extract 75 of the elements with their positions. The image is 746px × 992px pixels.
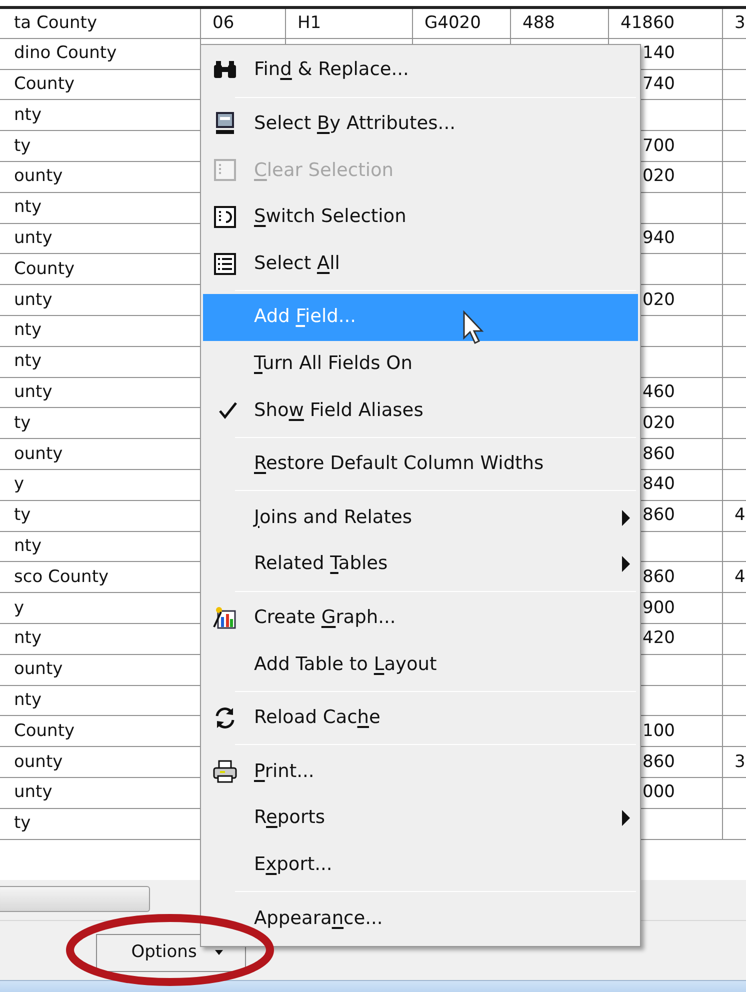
table-cell: unty xyxy=(14,228,52,248)
table-cell: unty xyxy=(14,782,52,802)
table-cell: nty xyxy=(14,690,42,710)
menu-item[interactable]: Switch Selection xyxy=(203,194,638,240)
table-cell: 4 xyxy=(734,566,746,587)
printer-icon xyxy=(212,758,238,785)
table-cell: nty xyxy=(14,351,42,372)
menu-item[interactable]: Turn All Fields On xyxy=(203,340,638,388)
menu-item[interactable]: Create Graph... xyxy=(203,594,638,642)
table-cell: ta County xyxy=(14,12,98,33)
table-cell: nty xyxy=(14,536,42,556)
table-cell: ty xyxy=(14,505,31,526)
table-cell: 3 xyxy=(734,12,746,33)
list-icon xyxy=(212,250,238,277)
pointer-cursor-icon xyxy=(462,310,486,346)
table-cell: 860 xyxy=(642,505,675,526)
selection-icon xyxy=(212,157,238,184)
table-cell: 100 xyxy=(642,720,675,741)
table-cell: 740 xyxy=(642,74,675,94)
table-cell: 488 xyxy=(522,12,555,33)
table-cell: 4 xyxy=(734,505,746,526)
menu-item[interactable]: Print... xyxy=(203,748,638,795)
menu-item[interactable]: Related Tables xyxy=(203,540,638,588)
table-cell: County xyxy=(14,74,75,94)
table-cell: 3 xyxy=(734,752,746,772)
table-cell: ty xyxy=(14,136,31,156)
table-cell: G4020 xyxy=(424,12,481,33)
menu-item[interactable]: Find & Replace... xyxy=(203,47,638,94)
table-cell: 140 xyxy=(642,43,675,64)
table-cell: nty xyxy=(14,320,42,340)
table-cell: ty xyxy=(14,412,31,433)
table-cell: 700 xyxy=(642,136,675,156)
menu-item[interactable]: Add Table to Layout xyxy=(203,641,638,688)
table-cell: y xyxy=(14,474,24,494)
table-cell: 420 xyxy=(642,628,675,648)
table-cell: 460 xyxy=(642,382,675,402)
table-cell: 900 xyxy=(642,598,675,618)
bar-chart-icon xyxy=(212,604,238,631)
table-cell: ounty xyxy=(14,444,63,464)
table-cell: ounty xyxy=(14,752,63,772)
menu-item[interactable]: Reload Cache xyxy=(203,694,638,742)
menu-item[interactable]: Reports xyxy=(203,794,638,842)
table-cell: ty xyxy=(14,813,31,834)
table-cell: unty xyxy=(14,290,52,310)
table-cell: ounty xyxy=(14,166,63,186)
table-cell: nty xyxy=(14,628,42,648)
table-cell: 41860 xyxy=(620,12,675,33)
table-cell: nty xyxy=(14,197,42,218)
menu-item[interactable]: Restore Default Column Widths xyxy=(203,440,638,488)
menu-item[interactable]: Select All xyxy=(203,240,638,287)
table-cell: County xyxy=(14,258,75,279)
table-cell: 020 xyxy=(642,166,675,186)
table-cell: 840 xyxy=(642,474,675,494)
table-cell: 860 xyxy=(642,444,675,464)
table-cell: 860 xyxy=(642,566,675,587)
menu-item[interactable]: Export... xyxy=(203,842,638,888)
scrollbar-thumb[interactable] xyxy=(0,886,150,912)
table-cell: H1 xyxy=(298,12,322,33)
table-cell: unty xyxy=(14,382,52,402)
table-cell: 020 xyxy=(642,412,675,433)
table-cell: 06 xyxy=(212,12,234,33)
table-cell: dino County xyxy=(14,43,117,64)
table-cell: nty xyxy=(14,104,42,125)
table-cell: ounty xyxy=(14,659,63,680)
table-cell: sco County xyxy=(14,566,109,587)
switch-selection-icon xyxy=(212,204,238,230)
table-cell: y xyxy=(14,598,24,618)
table-cell: 940 xyxy=(642,228,675,248)
table-cell: 020 xyxy=(642,290,675,310)
menu-item[interactable]: Show Field Aliases xyxy=(203,387,638,434)
table-cell: 860 xyxy=(642,752,675,772)
menu-item[interactable]: Joins and Relates xyxy=(203,494,638,541)
table-cell: County xyxy=(14,720,75,741)
table-cell: 000 xyxy=(642,782,675,802)
menu-item[interactable]: Select By Attributes... xyxy=(203,100,638,148)
